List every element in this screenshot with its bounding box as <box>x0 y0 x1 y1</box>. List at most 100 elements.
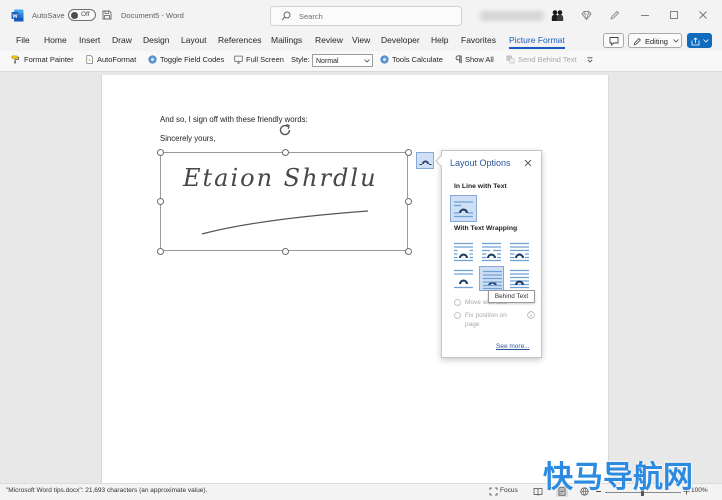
tab-draw[interactable]: Draw <box>112 36 132 45</box>
through-wrap-icon <box>510 242 529 262</box>
full-screen-button[interactable]: Full Screen <box>246 56 284 64</box>
pencil-icon <box>633 37 642 46</box>
tab-mailings[interactable]: Mailings <box>271 36 302 45</box>
tab-layout[interactable]: Layout <box>181 36 207 45</box>
signature-flourish <box>200 204 370 238</box>
coauthor-icon[interactable] <box>551 9 564 22</box>
read-mode-icon[interactable] <box>533 487 543 496</box>
site-watermark: 快马导航网 <box>543 461 693 494</box>
focus-button[interactable]: Focus <box>500 487 518 495</box>
account-name[interactable] <box>480 11 544 21</box>
square-wrap-icon <box>454 242 473 262</box>
tab-insert[interactable]: Insert <box>79 36 100 45</box>
chevron-down-icon <box>364 59 370 63</box>
comment-icon <box>609 36 619 46</box>
autosave-toggle[interactable]: Off <box>68 9 96 21</box>
pilcrow-icon[interactable] <box>454 55 463 64</box>
tight-wrap-option[interactable] <box>479 239 504 264</box>
document-stats[interactable]: "Microsoft Word tips.docx": 21,693 chara… <box>6 487 207 495</box>
tab-picture-format[interactable]: Picture Format <box>509 36 565 49</box>
diamond-icon[interactable] <box>581 10 592 21</box>
calculate-icon[interactable] <box>380 55 389 64</box>
window-title: Document5 - Word <box>121 11 184 20</box>
search-icon <box>281 11 291 21</box>
resize-handle-top-right[interactable] <box>404 148 412 156</box>
toolbar-overflow-chevron-icon[interactable] <box>587 57 593 63</box>
in-front-of-text-icon <box>510 269 529 289</box>
send-behind-text-button: Send Behind Text <box>518 55 577 64</box>
info-icon[interactable] <box>527 311 535 319</box>
toggle-field-codes-button[interactable]: Toggle Field Codes <box>160 56 224 64</box>
resize-handle-top[interactable] <box>281 148 289 156</box>
title-bar: AutoSave Off Document5 - Word Search <box>0 0 722 32</box>
autoformat-icon[interactable] <box>85 55 94 64</box>
comments-button[interactable] <box>603 33 624 48</box>
style-label: Style: <box>291 55 310 64</box>
layout-options-button[interactable] <box>416 152 434 169</box>
inline-heading: In Line with Text <box>454 183 507 190</box>
autoformat-button[interactable]: AutoFormat <box>97 56 136 64</box>
resize-handle-right[interactable] <box>404 197 412 205</box>
search-placeholder: Search <box>299 12 323 21</box>
behind-text-option[interactable] <box>479 266 504 291</box>
maximize-icon[interactable] <box>669 10 679 20</box>
tools-calculate-button[interactable]: Tools Calculate <box>392 56 443 64</box>
behind-text-tooltip: Behind Text <box>488 290 535 303</box>
close-icon[interactable] <box>698 10 708 20</box>
tight-wrap-icon <box>482 242 501 262</box>
full-screen-icon[interactable] <box>234 55 243 64</box>
document-line[interactable]: Sincerely yours, <box>160 135 215 143</box>
signature-text: Etaion Shrdlu <box>183 164 378 192</box>
square-wrap-option[interactable] <box>451 239 476 264</box>
resize-handle-bottom[interactable] <box>281 247 289 255</box>
pen-icon[interactable] <box>609 10 620 21</box>
inline-wrap-icon <box>454 201 473 218</box>
tab-file[interactable]: File <box>16 36 30 45</box>
move-with-text-radio <box>454 299 461 306</box>
tab-review[interactable]: Review <box>315 36 343 45</box>
editing-mode-button[interactable]: Editing <box>628 33 682 48</box>
tab-references[interactable]: References <box>218 36 261 45</box>
save-icon[interactable] <box>102 10 112 20</box>
format-painter-icon[interactable] <box>11 55 20 64</box>
layout-options-icon <box>419 155 432 167</box>
editing-label: Editing <box>645 36 668 46</box>
minimize-icon[interactable] <box>640 10 650 20</box>
autosave-label: AutoSave <box>32 11 65 20</box>
autosave-state: Off <box>81 11 90 18</box>
resize-handle-bottom-right[interactable] <box>404 247 412 255</box>
zoom-level[interactable]: 100% <box>691 487 708 495</box>
see-more-link[interactable]: See more... <box>496 343 530 351</box>
tab-favorites[interactable]: Favorites <box>461 36 496 45</box>
share-button[interactable] <box>687 33 712 48</box>
rotate-handle-icon[interactable] <box>278 123 292 137</box>
tab-home[interactable]: Home <box>44 36 67 45</box>
resize-handle-top-left[interactable] <box>156 148 164 156</box>
focus-icon[interactable] <box>489 487 498 496</box>
search-box[interactable]: Search <box>270 6 462 26</box>
top-bottom-wrap-icon <box>454 269 473 289</box>
word-logo-icon <box>11 9 24 22</box>
show-all-button[interactable]: Show All <box>465 56 494 64</box>
inline-with-text-option[interactable] <box>450 195 477 222</box>
tab-design[interactable]: Design <box>143 36 169 45</box>
format-painter-button[interactable]: Format Painter <box>24 56 74 64</box>
fix-position-radio <box>454 312 461 319</box>
close-icon[interactable] <box>524 159 532 167</box>
chevron-down-icon <box>673 39 679 43</box>
toggle-knob <box>71 11 78 19</box>
through-wrap-option[interactable] <box>507 239 532 264</box>
share-icon <box>691 36 700 46</box>
tab-view[interactable]: View <box>352 36 370 45</box>
field-codes-icon[interactable] <box>148 55 157 64</box>
top-bottom-wrap-option[interactable] <box>451 266 476 291</box>
tab-developer[interactable]: Developer <box>381 36 420 45</box>
tab-help[interactable]: Help <box>431 36 448 45</box>
send-behind-icon <box>506 55 515 64</box>
command-toolbar: Format Painter AutoFormat Toggle Field C… <box>0 51 722 72</box>
in-front-of-text-option[interactable] <box>507 266 532 291</box>
resize-handle-bottom-left[interactable] <box>156 247 164 255</box>
resize-handle-left[interactable] <box>156 197 164 205</box>
share-chevron-icon <box>703 39 709 43</box>
style-dropdown[interactable]: Normal <box>312 54 373 67</box>
